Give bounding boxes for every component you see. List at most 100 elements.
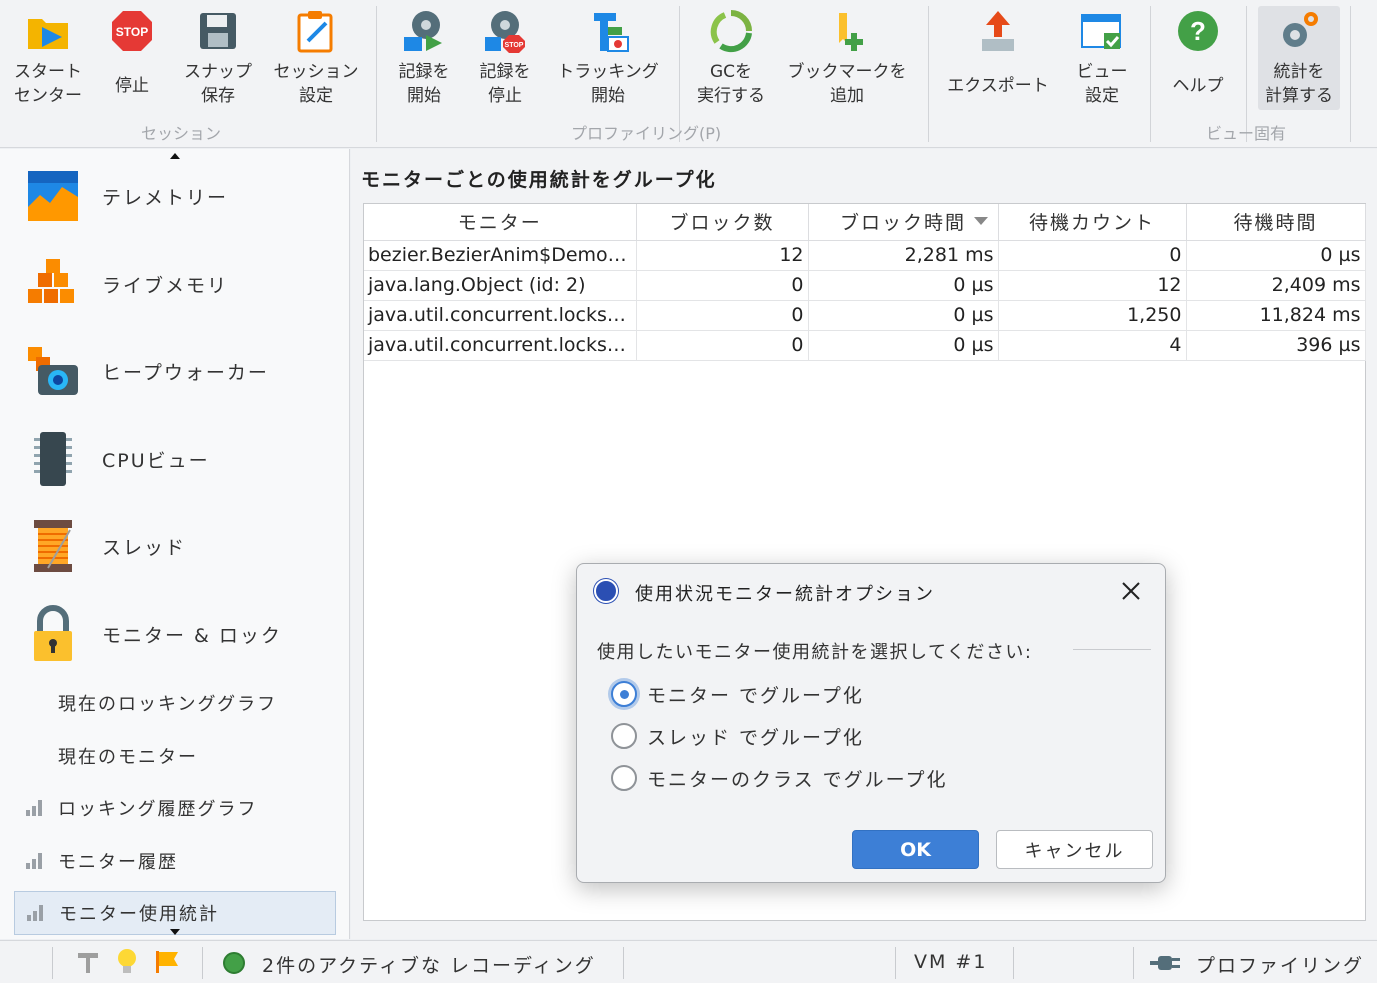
- sidebar-subitem-locking-history-graph[interactable]: ロッキング履歴グラフ: [14, 786, 336, 830]
- calculate-statistics-icon: [1275, 6, 1323, 56]
- cell-wait-time: 396 µs: [1186, 330, 1366, 361]
- svg-text:STOP: STOP: [505, 42, 524, 49]
- start-center-button[interactable]: スタート センター: [6, 6, 90, 114]
- sidebar-subitem-label: モニター履歴: [58, 852, 178, 873]
- save-snapshot-button[interactable]: スナップ 保存: [176, 6, 260, 114]
- profiling-mode: プロファイリング: [1196, 955, 1365, 977]
- sidebar-item-cpu-view[interactable]: CPUビュー: [24, 424, 334, 494]
- start-recording-label: 記録を 開始: [398, 62, 450, 106]
- monitors-locks-icon: [24, 605, 82, 663]
- run-gc-button[interactable]: GCを 実行する: [688, 6, 774, 114]
- scroll-down-icon[interactable]: [170, 929, 180, 935]
- stop-button[interactable]: STOP 停止: [100, 6, 164, 114]
- radio-button[interactable]: [611, 723, 637, 749]
- status-separator: [1133, 947, 1134, 979]
- add-bookmark-button[interactable]: ブックマークを 追加: [780, 6, 914, 114]
- column-header-label: ブロック時間: [839, 212, 966, 235]
- live-memory-icon: [24, 255, 82, 313]
- sidebar-subitem-label: モニター使用統計: [59, 904, 219, 925]
- cell-block-count: 0: [636, 330, 809, 361]
- cell-monitor: bezier.BezierAnim$Demo (i...: [364, 240, 637, 271]
- column-header-block-time[interactable]: ブロック時間: [808, 204, 999, 241]
- table-row[interactable]: bezier.BezierAnim$Demo (i... 12 2,281 ms…: [364, 240, 1366, 271]
- cell-monitor: java.util.concurrent.locks.R...: [364, 330, 637, 361]
- cell-block-count: 12: [636, 240, 809, 271]
- radio-button[interactable]: [611, 765, 637, 791]
- radio-label: モニター でグループ化: [647, 684, 864, 707]
- divider: [1073, 649, 1151, 650]
- sidebar-item-label: CPUビュー: [102, 449, 210, 472]
- dialog-title: 使用状況モニター統計オプション: [635, 584, 935, 605]
- radio-group-by-thread[interactable]: スレッド でグループ化: [611, 721, 864, 751]
- lightbulb-icon[interactable]: [116, 948, 138, 981]
- view-settings-button[interactable]: ビュー 設定: [1064, 6, 1140, 114]
- status-separator: [623, 947, 624, 979]
- column-header-block-count[interactable]: ブロック数: [636, 204, 809, 241]
- toolbar-group-profiling: プロファイリング(P): [571, 124, 722, 143]
- cell-block-time: 0 µs: [808, 270, 999, 301]
- column-header-wait-time[interactable]: 待機時間: [1186, 204, 1366, 241]
- cell-monitor: java.lang.Object (id: 2): [364, 270, 637, 301]
- radio-group-by-monitor[interactable]: モニター でグループ化: [611, 679, 864, 709]
- cell-wait-count: 12: [998, 270, 1187, 301]
- telemetry-icon: [24, 167, 82, 225]
- start-tracking-button[interactable]: トラッキング 開始: [552, 6, 664, 114]
- sidebar-item-threads[interactable]: スレッド: [24, 511, 334, 581]
- sidebar-subitem-label: 現在のロッキンググラフ: [58, 694, 278, 715]
- export-icon: [974, 6, 1022, 56]
- add-bookmark-label: ブックマークを 追加: [787, 62, 907, 106]
- calculate-statistics-button[interactable]: 統計を 計算する: [1258, 6, 1340, 110]
- radio-group-by-monitor-class[interactable]: モニターのクラス でグループ化: [611, 763, 948, 793]
- session-settings-button[interactable]: セッション 設定: [266, 6, 366, 114]
- cancel-button[interactable]: キャンセル: [996, 830, 1153, 869]
- column-header-monitor[interactable]: モニター: [364, 204, 637, 241]
- toolbar-separator: [1350, 6, 1351, 142]
- stop-recording-icon: STOP: [481, 6, 529, 56]
- add-bookmark-icon: [823, 6, 871, 56]
- view-settings-icon: [1078, 6, 1126, 56]
- run-gc-label: GCを 実行する: [697, 62, 765, 106]
- pin-icon[interactable]: [74, 949, 102, 980]
- table-row[interactable]: java.util.concurrent.locks.R... 0 0 µs 4…: [364, 330, 1366, 361]
- sidebar-item-telemetry[interactable]: テレメトリー: [24, 161, 334, 231]
- sidebar-subitem-monitor-history[interactable]: モニター履歴: [14, 839, 336, 883]
- table-row[interactable]: java.lang.Object (id: 2) 0 0 µs 12 2,409…: [364, 270, 1366, 301]
- stop-recording-button[interactable]: STOP 記録を 停止: [466, 6, 544, 114]
- vm-indicator[interactable]: VM #1: [914, 951, 987, 973]
- flag-icon[interactable]: [154, 949, 180, 980]
- scroll-up-icon[interactable]: [170, 153, 180, 159]
- sidebar-item-label: テレメトリー: [102, 186, 229, 209]
- sidebar-item-live-memory[interactable]: ライブメモリ: [24, 249, 334, 319]
- start-recording-button[interactable]: 記録を 開始: [384, 6, 464, 114]
- sidebar-item-label: ヒープウォーカー: [102, 361, 269, 384]
- stop-icon: STOP: [108, 6, 156, 56]
- cell-block-count: 0: [636, 300, 809, 331]
- sidebar-item-monitors-locks[interactable]: モニター & ロック: [24, 599, 334, 669]
- status-separator: [202, 947, 203, 979]
- sidebar-subitem-current-locking-graph[interactable]: 現在のロッキンググラフ: [14, 681, 336, 725]
- sidebar-item-label: モニター & ロック: [102, 624, 282, 647]
- session-settings-icon: [292, 6, 340, 56]
- sidebar: テレメトリー ライブメモリ ヒープウォーカー CPUビュー スレッド モニター …: [0, 149, 350, 939]
- export-button[interactable]: エクスポート: [940, 6, 1056, 114]
- column-header-wait-count[interactable]: 待機カウント: [998, 204, 1187, 241]
- sidebar-item-heap-walker[interactable]: ヒープウォーカー: [24, 336, 334, 406]
- table-row[interactable]: java.util.concurrent.locks.A... 0 0 µs 1…: [364, 300, 1366, 331]
- ok-button[interactable]: OK: [852, 830, 979, 869]
- toolbar-group-session: セッション: [141, 124, 222, 143]
- recording-status-icon: [223, 952, 245, 974]
- sidebar-subitem-current-monitors[interactable]: 現在のモニター: [14, 734, 336, 778]
- start-center-label: スタート センター: [14, 62, 82, 106]
- dialog-prompt: 使用したいモニター使用統計を選択してください:: [597, 642, 1033, 663]
- radio-button[interactable]: [611, 681, 637, 707]
- cell-block-time: 0 µs: [808, 300, 999, 331]
- radio-label: モニターのクラス でグループ化: [647, 768, 948, 791]
- status-bar: 2件のアクティブな レコーディング VM #1 プロファイリング: [0, 940, 1377, 983]
- threads-icon: [24, 517, 82, 575]
- start-recording-icon: [400, 6, 448, 56]
- close-icon[interactable]: [1117, 577, 1145, 605]
- help-button[interactable]: ? ヘルプ: [1158, 6, 1238, 114]
- toolbar-group-view: ビュー固有: [1206, 124, 1287, 143]
- cpu-view-icon: [24, 430, 82, 488]
- cell-wait-time: 2,409 ms: [1186, 270, 1366, 301]
